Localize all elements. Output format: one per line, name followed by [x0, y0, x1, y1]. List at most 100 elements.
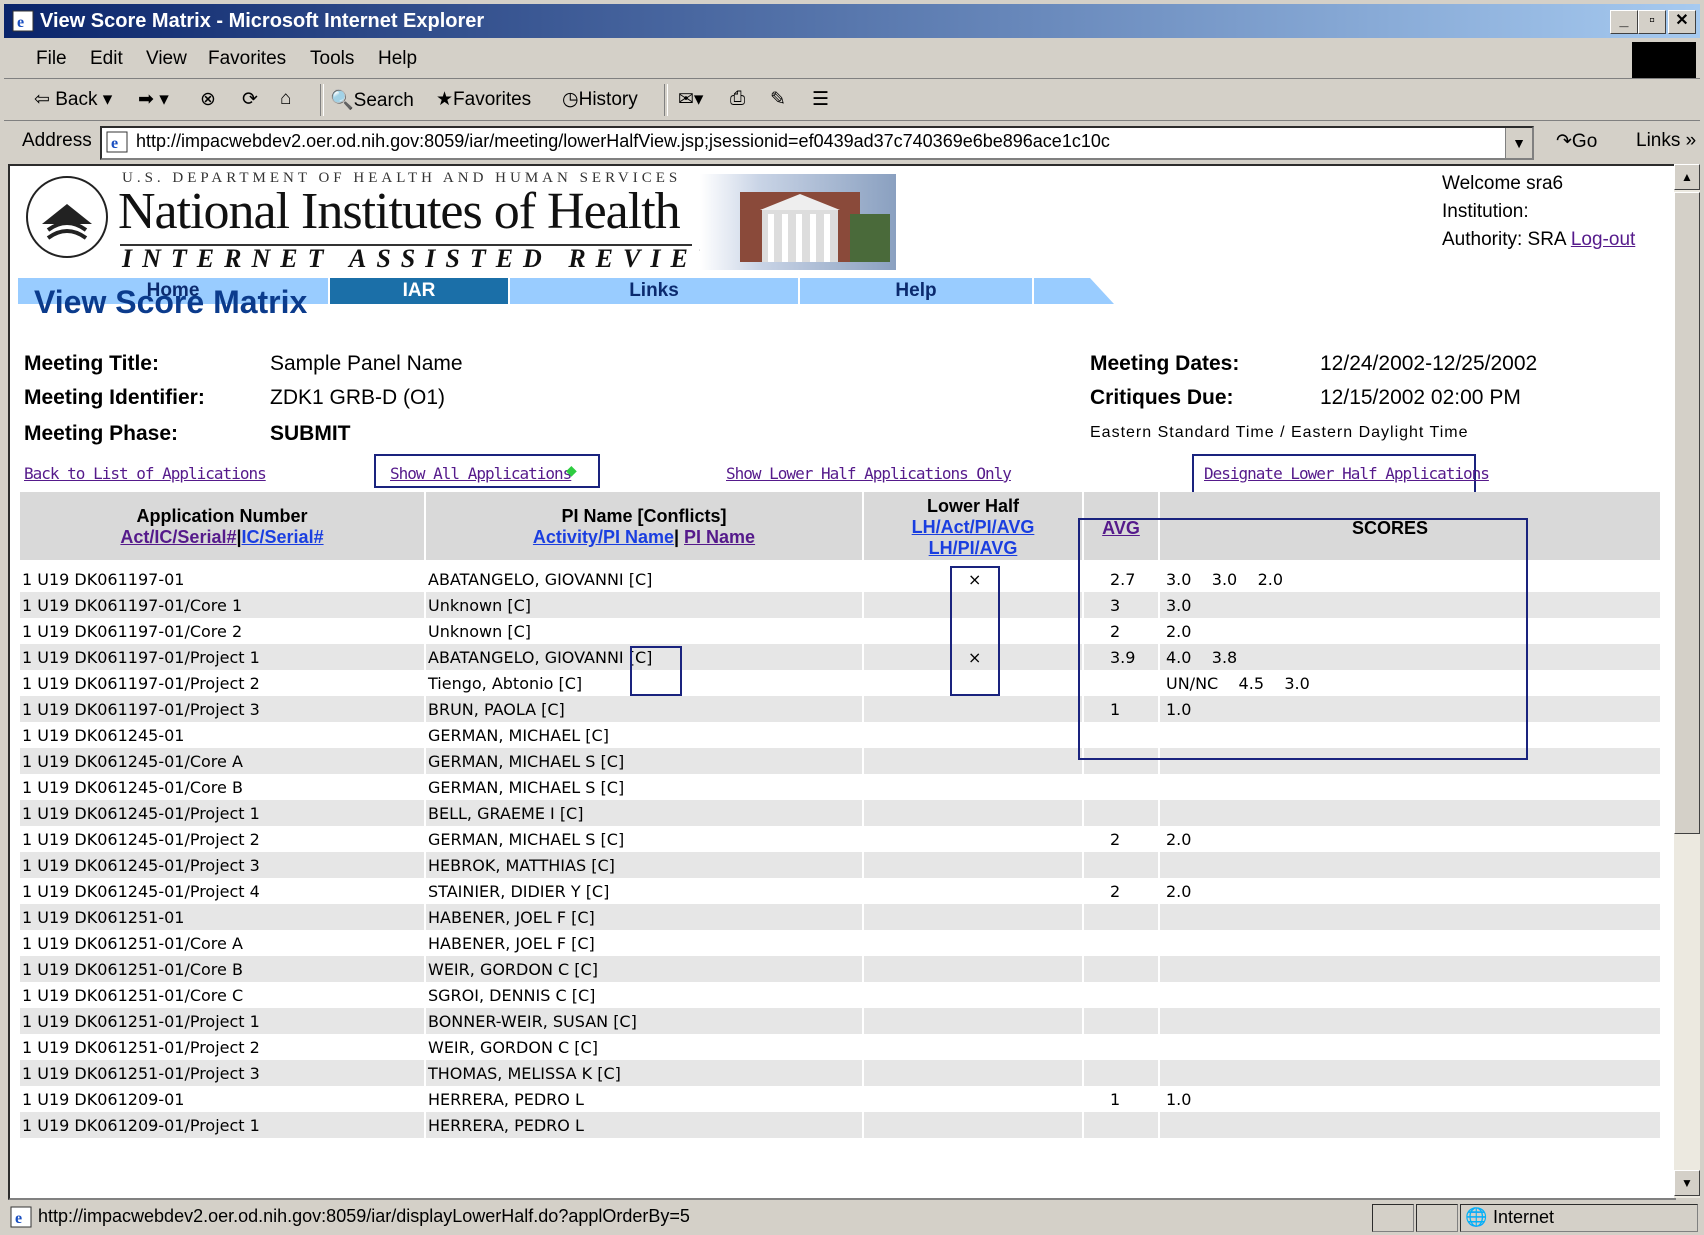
address-input[interactable]: e http://impacwebdev2.oer.od.nih.gov:805… — [100, 126, 1534, 160]
column-divider — [862, 592, 864, 618]
meeting-dates: 12/24/2002-12/25/2002 — [1320, 352, 1538, 375]
nav-help[interactable]: Help — [800, 278, 1032, 304]
minimize-button[interactable]: _ — [1610, 10, 1638, 34]
logout-link[interactable]: Log-out — [1571, 229, 1635, 250]
forward-button[interactable]: ➡ ▾ — [138, 88, 169, 111]
sort-ic-serial-link[interactable]: IC/Serial# — [242, 527, 324, 547]
show-all-link[interactable]: Show All Applications — [390, 464, 572, 483]
cell-app-number: 1 U19 DK061245-01/Project 2 — [22, 830, 260, 849]
print-icon[interactable]: ⎙ — [730, 88, 745, 110]
meeting-phase-label: Meeting Phase: — [24, 422, 179, 445]
cell-scores: 1.0 — [1166, 1090, 1192, 1109]
go-label: Go — [1571, 131, 1598, 152]
edit-icon[interactable]: ✎ — [770, 88, 786, 111]
address-bar: Address e http://impacwebdev2.oer.od.nih… — [4, 122, 1700, 162]
column-divider — [424, 748, 426, 774]
menu-edit[interactable]: Edit — [90, 48, 123, 70]
cell-pi-name: BELL, GRAEME I [C] — [428, 804, 584, 823]
table-row: 1 U19 DK061245-01/Core B GERMAN, MICHAEL … — [20, 774, 1660, 800]
sort-lh-pi-avg-link[interactable]: LH/PI/AVG — [929, 538, 1018, 558]
nih-seal-logo — [26, 176, 108, 258]
back-to-list-link[interactable]: Back to List of Applications — [24, 464, 267, 483]
header-pi-sort: Activity/PI Name| PI Name — [532, 527, 756, 547]
menu-tools[interactable]: Tools — [310, 48, 354, 70]
ie-icon: e — [12, 10, 34, 32]
address-dropdown-icon[interactable]: ▼ — [1505, 128, 1532, 158]
status-bar: e http://impacwebdev2.oer.od.nih.gov:805… — [4, 1202, 1700, 1232]
meeting-phase: SUBMIT — [270, 422, 351, 445]
critiques-due: 12/15/2002 02:00 PM — [1320, 386, 1521, 409]
menu-favorites[interactable]: Favorites — [208, 48, 286, 70]
sort-lh-act-pi-avg-link[interactable]: LH/Act/PI/AVG — [912, 517, 1035, 537]
header-lower-half: Lower Half LH/Act/PI/AVG LH/PI/AVG — [864, 492, 1084, 560]
search-button[interactable]: 🔍Search — [330, 88, 414, 112]
home-icon[interactable]: ⌂ — [280, 88, 291, 110]
column-divider — [862, 1112, 864, 1138]
discuss-icon[interactable]: ☰ — [812, 88, 829, 111]
column-divider — [424, 1060, 426, 1086]
back-button[interactable]: ⇦ Back ▾ — [34, 88, 112, 111]
menu-view[interactable]: View — [146, 48, 187, 70]
mail-icon[interactable]: ✉▾ — [678, 88, 703, 111]
back-label: Back — [55, 89, 98, 110]
maximize-button[interactable]: ▫ — [1638, 10, 1666, 34]
menu-help[interactable]: Help — [378, 48, 417, 70]
cell-app-number: 1 U19 DK061251-01/Core B — [22, 960, 243, 979]
stop-icon[interactable]: ⊗ — [200, 88, 216, 111]
menu-file[interactable]: File — [36, 48, 67, 70]
refresh-icon[interactable]: ⟳ — [242, 88, 258, 111]
show-lower-half-link[interactable]: Show Lower Half Applications Only — [726, 464, 1012, 483]
toolbar: ⇦ Back ▾ ➡ ▾ ⊗ ⟳ ⌂ 🔍Search ★Favorites ◷H… — [4, 80, 1700, 121]
cell-pi-name: ABATANGELO, GIOVANNI [C] — [428, 570, 653, 589]
cell-app-number: 1 U19 DK061197-01/Project 3 — [22, 700, 260, 719]
column-divider — [1082, 800, 1084, 826]
column-divider — [1082, 1034, 1084, 1060]
scroll-up-icon[interactable]: ▲ — [1674, 164, 1700, 190]
table-row: 1 U19 DK061251-01/Core C SGROI, DENNIS C … — [20, 982, 1660, 1008]
meeting-id-label: Meeting Identifier: — [24, 386, 205, 409]
column-divider — [424, 592, 426, 618]
column-divider — [1082, 1060, 1084, 1086]
table-row: 1 U19 DK061245-01/Project 1 BELL, GRAEME … — [20, 800, 1660, 826]
history-icon: ◷ — [562, 89, 579, 110]
favorites-button[interactable]: ★Favorites — [436, 88, 531, 111]
sort-act-ic-serial-link[interactable]: Act/IC/Serial# — [120, 527, 236, 547]
cell-scores: 2.0 — [1166, 830, 1192, 849]
nav-links[interactable]: Links — [510, 278, 798, 304]
go-button[interactable]: ↷Go — [1556, 130, 1597, 153]
column-divider — [424, 800, 426, 826]
column-divider — [424, 1086, 426, 1112]
meeting-title: Sample Panel Name — [270, 352, 463, 375]
header-pi-title: PI Name [Conflicts] — [561, 506, 727, 526]
column-divider — [1158, 826, 1160, 852]
table-row: 1 U19 DK061251-01/Project 3 THOMAS, MELIS… — [20, 1060, 1660, 1086]
column-divider — [1158, 956, 1160, 982]
svg-text:e: e — [111, 135, 118, 152]
column-divider — [1082, 956, 1084, 982]
sort-pi-name-link[interactable]: PI Name — [684, 527, 755, 547]
column-divider — [862, 930, 864, 956]
column-divider — [424, 852, 426, 878]
cell-app-number: 1 U19 DK061197-01/Core 1 — [22, 596, 243, 615]
meeting-id: ZDK1 GRB-D (O1) — [270, 386, 446, 409]
nav-end — [1034, 278, 1084, 304]
column-divider — [424, 670, 426, 696]
table-row: 1 U19 DK061245-01/Project 2 GERMAN, MICHA… — [20, 826, 1660, 852]
table-row: 1 U19 DK061251-01 HABENER, JOEL F [C] — [20, 904, 1660, 930]
scroll-down-icon[interactable]: ▼ — [1674, 1170, 1700, 1196]
links-button[interactable]: Links » — [1636, 130, 1696, 152]
nav-iar[interactable]: IAR — [330, 278, 508, 304]
column-divider — [862, 722, 864, 748]
cell-app-number: 1 U19 DK061197-01/Project 1 — [22, 648, 260, 667]
header-lh-title: Lower Half — [926, 496, 1019, 516]
column-divider — [862, 774, 864, 800]
column-divider — [424, 774, 426, 800]
sort-activity-pi-link[interactable]: Activity/PI Name — [533, 527, 674, 547]
column-divider — [1158, 774, 1160, 800]
designate-lower-half-link[interactable]: Designate Lower Half Applications — [1204, 464, 1490, 483]
close-button[interactable]: ✕ — [1668, 10, 1696, 34]
vertical-scrollbar[interactable]: ▲ ▼ — [1674, 164, 1700, 1198]
history-button[interactable]: ◷History — [562, 88, 638, 111]
column-divider — [862, 1008, 864, 1034]
scroll-thumb[interactable] — [1674, 192, 1700, 834]
